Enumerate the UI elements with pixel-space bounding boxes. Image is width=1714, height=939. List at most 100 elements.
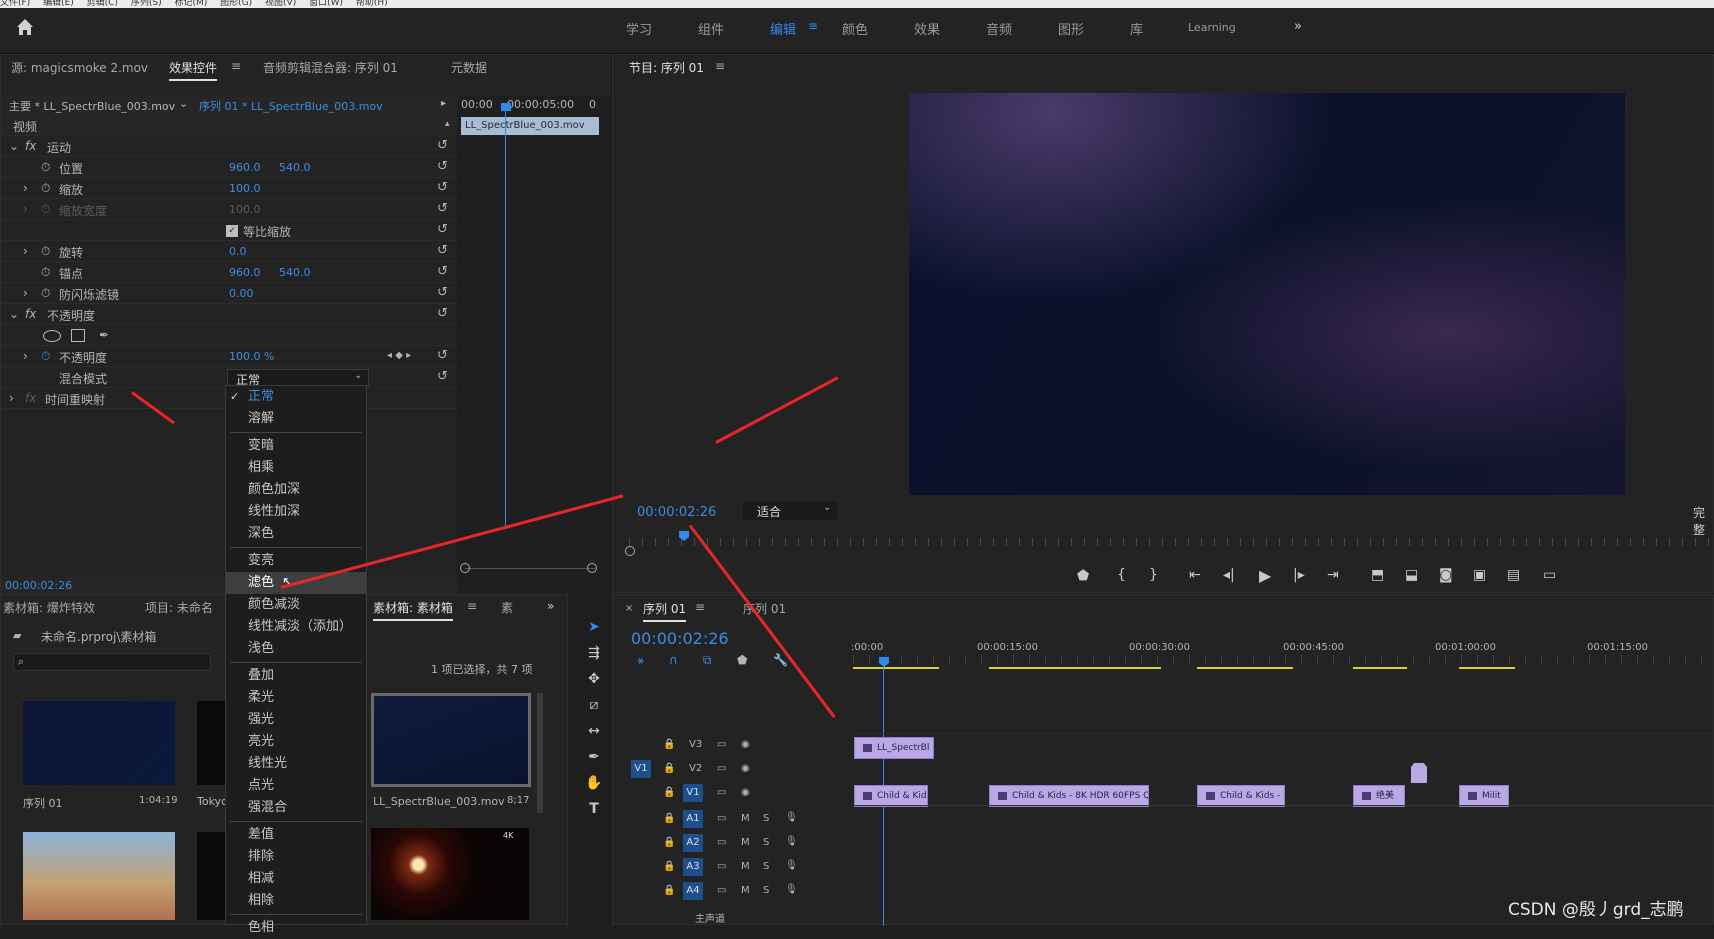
microphone-icon[interactable]: 🎙 bbox=[785, 836, 798, 847]
stopwatch-icon[interactable]: ⏱ bbox=[41, 160, 50, 175]
track-v3-label[interactable]: V3 bbox=[689, 739, 702, 750]
anchor-x-value[interactable]: 960.0 bbox=[229, 266, 261, 279]
eye-icon[interactable]: ◉ bbox=[741, 787, 750, 798]
clip-v1-child-kids-8[interactable]: Child & Kids - 8 bbox=[1197, 785, 1285, 807]
blend-mode-option[interactable]: 点光 bbox=[226, 775, 366, 797]
track-a1-label[interactable]: A1 bbox=[683, 810, 703, 828]
blend-mode-option[interactable]: 相减 bbox=[226, 868, 366, 890]
blend-mode-option[interactable]: 色相 bbox=[226, 917, 366, 939]
reset-icon[interactable]: ↺ bbox=[437, 369, 448, 384]
reset-icon[interactable]: ↺ bbox=[437, 180, 448, 195]
mark-out-icon[interactable]: } bbox=[1149, 567, 1158, 583]
project-scrollbar[interactable] bbox=[537, 693, 543, 813]
clip-v1-milit[interactable]: Milit bbox=[1459, 785, 1509, 807]
solo-button[interactable]: S bbox=[763, 813, 769, 824]
opacity-value[interactable]: 100.0 % bbox=[229, 350, 274, 363]
add-marker-icon[interactable]: ⬟ bbox=[1077, 568, 1089, 584]
collapse-chevron-icon[interactable]: ⌄ bbox=[9, 139, 19, 153]
fx-icon[interactable]: fx bbox=[25, 307, 36, 321]
ws-audio[interactable]: 音频 bbox=[986, 19, 1012, 38]
blend-mode-option[interactable]: 叠加 bbox=[226, 665, 366, 687]
ws-graphics[interactable]: 图形 bbox=[1058, 19, 1084, 38]
clip-v1-child-kids-8k[interactable]: Child & Kids - 8K HDR 60FPS Qled bbox=[989, 785, 1149, 807]
stopwatch-icon[interactable]: ⏱ bbox=[41, 181, 50, 196]
sync-lock-icon[interactable]: ▭ bbox=[717, 861, 726, 872]
track-v1-label[interactable]: V1 bbox=[683, 784, 703, 802]
sync-lock-icon[interactable]: ▭ bbox=[717, 763, 726, 774]
reset-icon[interactable]: ↺ bbox=[437, 201, 448, 216]
blend-mode-option[interactable]: 线性减淡（添加） bbox=[226, 616, 366, 638]
safe-margins-icon[interactable]: ▭ bbox=[1543, 567, 1556, 583]
sync-lock-icon[interactable]: ▭ bbox=[717, 885, 726, 896]
tab-bin-explosion[interactable]: 素材箱: 爆炸特效 bbox=[3, 599, 95, 616]
menu-clip[interactable]: 剪辑(C) bbox=[87, 0, 118, 8]
reset-icon[interactable]: ↺ bbox=[437, 159, 448, 174]
blend-mode-option[interactable]: 线性加深 bbox=[226, 501, 366, 523]
expand-chevron-icon[interactable]: › bbox=[23, 349, 28, 363]
clip-v3-spectr[interactable]: LL_SpectrBl bbox=[854, 737, 934, 759]
tab-metadata[interactable]: 元数据 bbox=[451, 59, 487, 76]
lock-icon[interactable]: 🔒 bbox=[663, 739, 675, 750]
microphone-icon[interactable]: 🎙 bbox=[785, 812, 798, 823]
thumb-tokyo[interactable] bbox=[197, 701, 227, 785]
step-back-icon[interactable]: ◂| bbox=[1223, 567, 1235, 583]
thumb-spectr-blue[interactable] bbox=[371, 693, 531, 787]
pen-tool-icon[interactable]: ✒ bbox=[581, 746, 607, 768]
export-frame-icon[interactable]: ◙ bbox=[1439, 567, 1453, 583]
ws-editing[interactable]: 编辑 bbox=[770, 19, 796, 38]
sync-lock-icon[interactable]: ▭ bbox=[717, 739, 726, 750]
keyframe-nav-icon[interactable]: ◂ ◆ ▸ bbox=[387, 350, 411, 361]
rectangle-mask-icon[interactable] bbox=[71, 329, 85, 342]
blend-mode-option[interactable]: ✓ 正常 bbox=[226, 386, 366, 408]
hand-tool-icon[interactable]: ✋ bbox=[581, 772, 607, 794]
snap-icon[interactable]: ⚹ bbox=[637, 653, 644, 668]
program-ruler[interactable] bbox=[629, 538, 1714, 546]
stopwatch-icon[interactable]: ⏱ bbox=[41, 244, 50, 259]
blend-mode-option[interactable]: 浅色 bbox=[226, 638, 366, 660]
reset-icon[interactable]: ↺ bbox=[437, 306, 448, 321]
zoom-handle-left[interactable] bbox=[460, 563, 470, 573]
blend-mode-option[interactable]: 线性光 bbox=[226, 753, 366, 775]
ws-libraries[interactable]: 库 bbox=[1130, 19, 1143, 38]
home-icon[interactable] bbox=[14, 16, 36, 38]
close-icon[interactable]: × bbox=[625, 603, 633, 614]
lock-icon[interactable]: 🔒 bbox=[663, 763, 675, 774]
blend-mode-option[interactable]: 相除 bbox=[226, 890, 366, 912]
eye-icon[interactable]: ◉ bbox=[741, 763, 750, 774]
tab-sequence-01[interactable]: 序列 01 bbox=[643, 600, 687, 622]
menu-view[interactable]: 视图(V) bbox=[265, 0, 296, 8]
ripple-edit-tool-icon[interactable]: ✥ bbox=[581, 668, 607, 690]
panel-menu-icon[interactable]: ≡ bbox=[695, 600, 705, 614]
expand-chevron-icon[interactable]: › bbox=[23, 181, 28, 195]
timeline-timecode[interactable]: 00:00:02:26 bbox=[631, 629, 729, 648]
thumb-dark[interactable] bbox=[197, 832, 227, 920]
overwrite-icon[interactable]: ▤ bbox=[1507, 567, 1520, 583]
track-a3-label[interactable]: A3 bbox=[683, 858, 703, 876]
blend-mode-option[interactable]: 颜色加深 bbox=[226, 479, 366, 501]
blend-mode-option[interactable]: 变暗 bbox=[226, 435, 366, 457]
ws-menu-icon[interactable]: ≡ bbox=[808, 19, 818, 33]
project-search-input[interactable]: ⌕ bbox=[13, 653, 211, 671]
thumb-4k[interactable] bbox=[371, 828, 529, 920]
solo-button[interactable]: S bbox=[763, 837, 769, 848]
linked-selection-icon[interactable]: ⧉ bbox=[703, 653, 712, 668]
lock-icon[interactable]: 🔒 bbox=[663, 885, 675, 896]
track-a2-label[interactable]: A2 bbox=[683, 834, 703, 852]
selection-tool-icon[interactable]: ➤ bbox=[581, 616, 607, 638]
blend-mode-option[interactable]: 差值 bbox=[226, 824, 366, 846]
eye-icon[interactable]: ◉ bbox=[741, 739, 750, 750]
position-x-value[interactable]: 960.0 bbox=[229, 161, 261, 174]
clip-v1-beautiful[interactable]: 绝美 bbox=[1353, 785, 1405, 807]
mute-button[interactable]: M bbox=[741, 885, 750, 896]
menu-edit[interactable]: 编辑(E) bbox=[43, 0, 74, 8]
mute-button[interactable]: M bbox=[741, 861, 750, 872]
play-icon[interactable]: ▶ bbox=[1259, 566, 1271, 585]
track-select-tool-icon[interactable]: ⇶ bbox=[581, 642, 607, 664]
mute-button[interactable]: M bbox=[741, 837, 750, 848]
lock-icon[interactable]: 🔒 bbox=[663, 837, 675, 848]
flicker-value[interactable]: 0.00 bbox=[229, 287, 254, 300]
go-to-out-icon[interactable]: ⇥ bbox=[1327, 567, 1339, 583]
clip-v2-small[interactable] bbox=[1411, 763, 1427, 783]
extract-icon[interactable]: ⬓ bbox=[1405, 567, 1418, 583]
blend-mode-option[interactable]: 强混合 bbox=[226, 797, 366, 819]
